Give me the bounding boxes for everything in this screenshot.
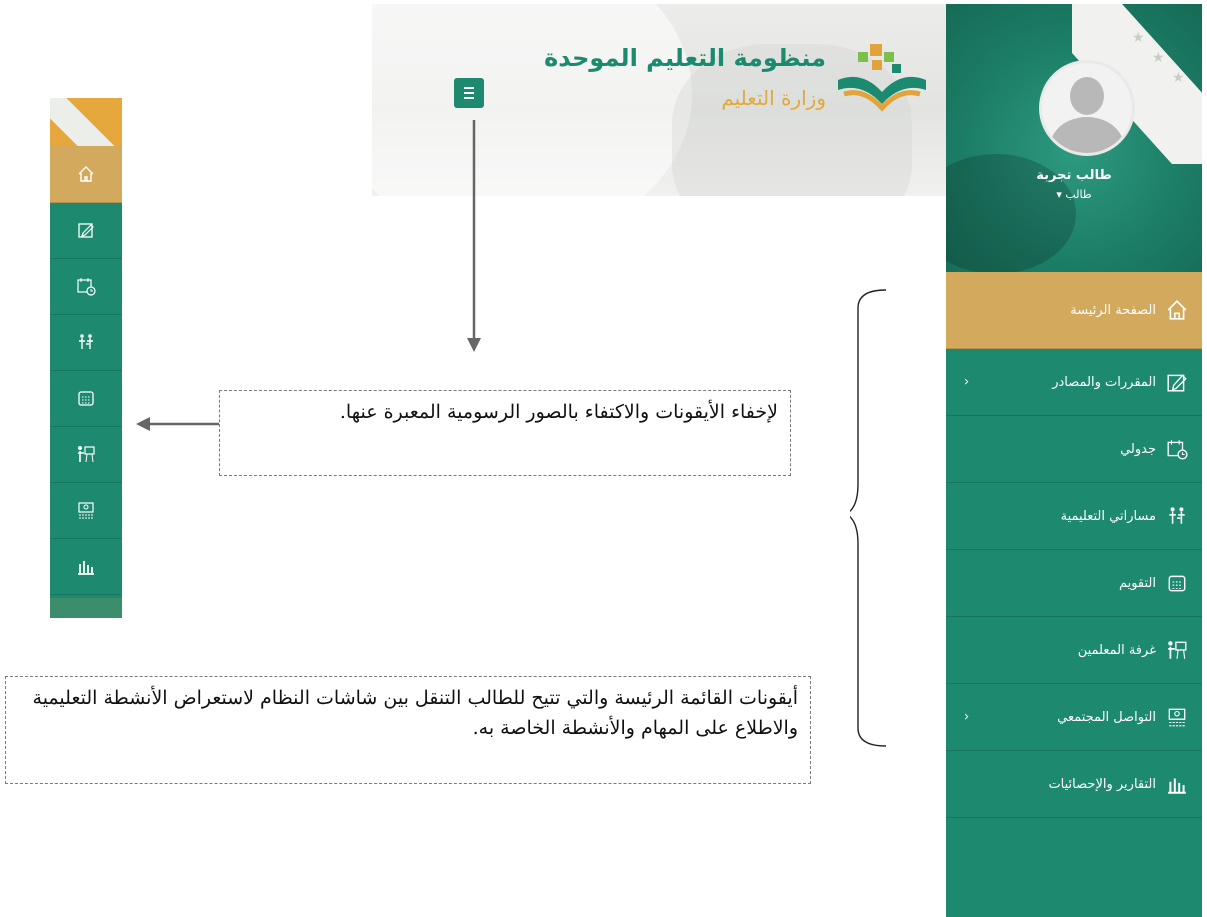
sidebar-item-label: التقارير والإحصائيات (1048, 776, 1156, 792)
calendar-icon (1168, 575, 1186, 592)
teacher-board-icon (78, 446, 95, 463)
sidebar-menu: الصفحة الرئيسة المقررات والمصادر ‹ جدولي… (946, 272, 1202, 818)
sidebar-item-teachers-room[interactable]: غرفة المعلمين (946, 617, 1202, 684)
arrow-down-head (467, 338, 481, 352)
home-icon (1167, 300, 1187, 320)
mini-calendar[interactable] (50, 370, 122, 427)
app-subtitle: وزارة التعليم (721, 86, 826, 110)
app-title: منظومة التعليم الموحدة (544, 44, 826, 72)
sidebar-item-label: المقررات والمصادر (1052, 374, 1156, 390)
sidebar-item-label: التقويم (1118, 575, 1156, 591)
sidebar-item-label: الصفحة الرئيسة (1070, 302, 1156, 318)
bar-chart-icon (78, 561, 94, 575)
community-icon (1168, 708, 1186, 727)
main-sidebar: ★ ★ ★ طالب تجربة طالب ▾ الصفحة الرئيسة ا… (946, 4, 1202, 917)
collapsed-sidebar-corner (50, 98, 122, 146)
sidebar-item-label: مساراتي التعليمية (1060, 508, 1156, 524)
collapsed-sidebar (50, 98, 122, 618)
menu-bracket (850, 289, 887, 747)
mini-schedule[interactable] (50, 258, 122, 315)
learning-path-icon (79, 334, 93, 349)
sidebar-item-community[interactable]: التواصل المجتمعي ‹ (946, 684, 1202, 751)
sidebar-item-calendar[interactable]: التقويم (946, 550, 1202, 617)
sidebar-item-learning-paths[interactable]: مساراتي التعليمية (946, 483, 1202, 550)
profile-panel: ★ ★ ★ طالب تجربة طالب ▾ (946, 4, 1202, 274)
chevron-left-icon[interactable]: ‹ (964, 375, 969, 390)
learning-path-icon (1169, 507, 1185, 524)
home-icon (78, 166, 94, 182)
app-header: منظومة التعليم الموحدة وزارة التعليم (372, 4, 946, 196)
sidebar-item-courses[interactable]: المقررات والمصادر ‹ (946, 349, 1202, 416)
avatar[interactable] (1039, 60, 1135, 156)
sidebar-item-label: جدولي (1120, 441, 1156, 457)
mini-home[interactable] (50, 146, 122, 203)
sidebar-toggle-button[interactable] (454, 78, 484, 108)
mini-reports[interactable] (50, 538, 122, 595)
edit-icon (78, 223, 94, 238)
arrow-left-head (136, 417, 150, 431)
sidebar-item-label: التواصل المجتمعي (1057, 709, 1156, 725)
sidebar-item-label: غرفة المعلمين (1077, 642, 1156, 658)
user-role-dropdown[interactable]: طالب ▾ (946, 188, 1202, 201)
menu-annotation: أيقونات القائمة الرئيسة والتي تتيح للطال… (5, 676, 811, 784)
user-name: طالب تجربة (1036, 168, 1112, 183)
community-icon (78, 502, 94, 519)
mini-community[interactable] (50, 482, 122, 539)
chevron-left-icon[interactable]: ‹ (964, 710, 969, 725)
teacher-board-icon (1168, 641, 1187, 659)
bar-chart-icon (1168, 778, 1186, 794)
calendar-clock-icon (77, 278, 96, 296)
sidebar-item-schedule[interactable]: جدولي (946, 416, 1202, 483)
calendar-icon (78, 391, 94, 406)
hamburger-icon (464, 86, 474, 101)
calendar-clock-icon (1167, 440, 1188, 460)
mini-teachers[interactable] (50, 426, 122, 483)
mini-courses[interactable] (50, 202, 122, 259)
sidebar-item-home[interactable]: الصفحة الرئيسة (946, 272, 1202, 349)
mini-paths[interactable] (50, 314, 122, 371)
ministry-logo-icon (838, 44, 926, 112)
toggle-annotation: لإخفاء الأيقونات والاكتفاء بالصور الرسوم… (219, 390, 791, 476)
edit-icon (1167, 374, 1187, 392)
collapsed-sidebar-footer (50, 598, 122, 618)
sidebar-item-reports[interactable]: التقارير والإحصائيات (946, 751, 1202, 818)
